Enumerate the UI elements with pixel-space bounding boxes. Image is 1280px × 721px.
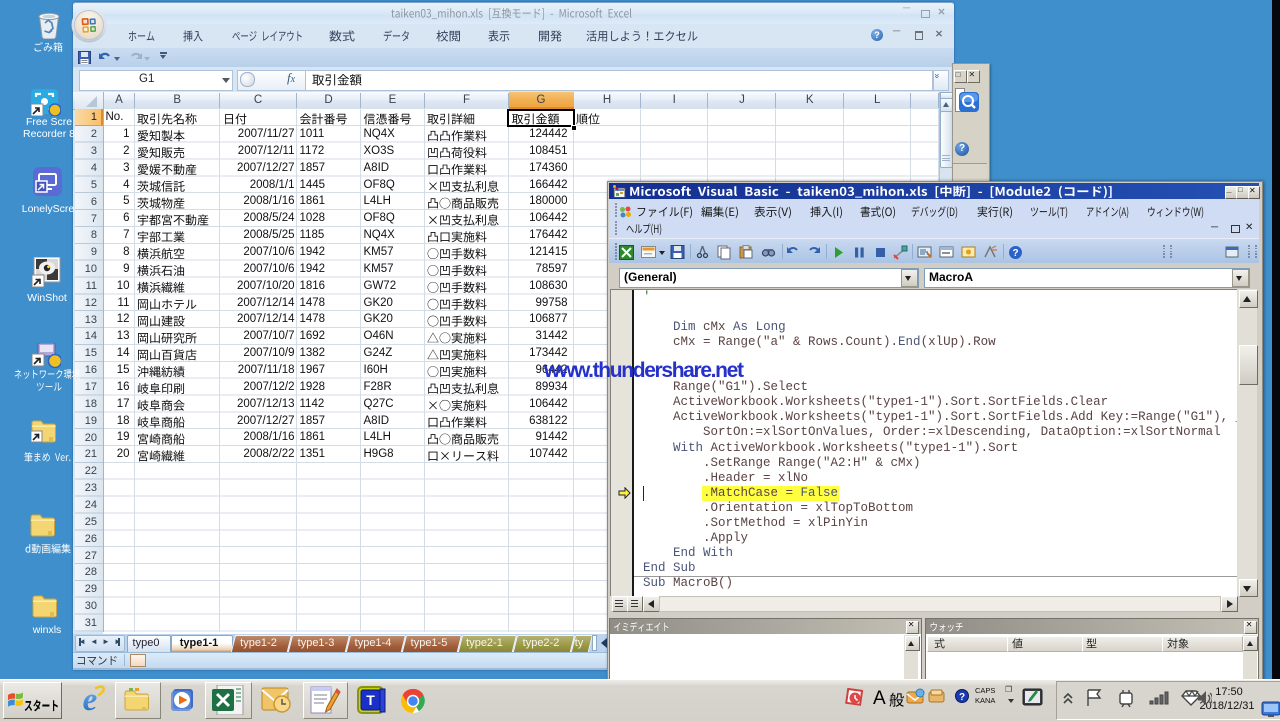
svg-text:T: T bbox=[366, 692, 375, 708]
svg-text:?: ? bbox=[1012, 248, 1018, 259]
svg-text:?: ? bbox=[959, 692, 965, 703]
